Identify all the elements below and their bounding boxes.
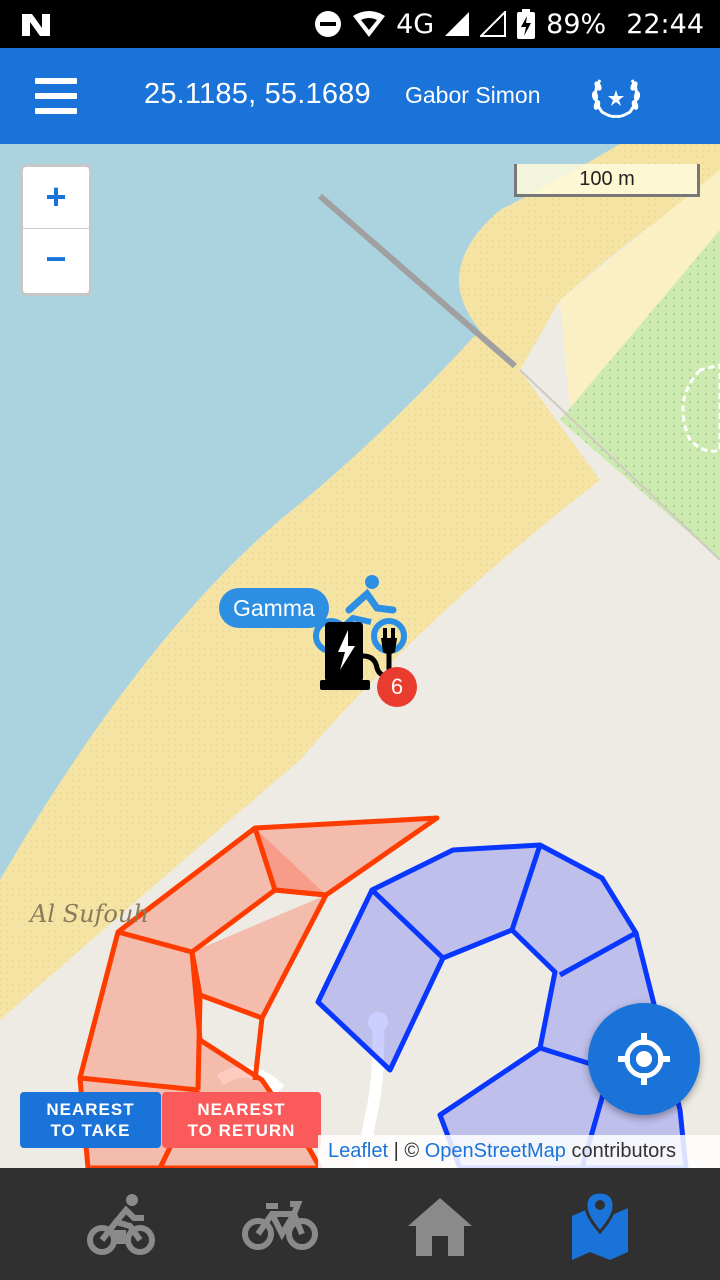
zoom-out-button[interactable]: − xyxy=(23,229,89,290)
nearest-to-return-button[interactable]: NEAREST TO RETURN xyxy=(162,1092,321,1148)
attribution-suffix: contributors xyxy=(571,1140,676,1162)
nearest-take-line2: TO TAKE xyxy=(50,1121,131,1140)
laurel-star-icon[interactable] xyxy=(586,70,646,122)
attribution-separator: | © xyxy=(393,1140,420,1162)
map-attribution: Leaflet | © OpenStreetMap contributors xyxy=(318,1135,720,1168)
nearest-return-line2: TO RETURN xyxy=(187,1121,296,1140)
signal-2-icon xyxy=(480,11,507,37)
openstreetmap-link[interactable]: OpenStreetMap xyxy=(425,1140,566,1162)
user-name[interactable]: Gabor Simon xyxy=(405,82,541,109)
home-icon[interactable] xyxy=(400,1190,480,1260)
app-bar: 25.1185, 55.1689 Gabor Simon xyxy=(0,48,720,144)
map-marker-icon[interactable] xyxy=(560,1190,640,1260)
zoom-control: + − xyxy=(20,164,92,296)
leaflet-link[interactable]: Leaflet xyxy=(328,1140,388,1162)
current-coordinates: 25.1185, 55.1689 xyxy=(144,78,371,110)
bicycle-icon[interactable] xyxy=(240,1190,320,1260)
nearest-return-line1: NEAREST xyxy=(197,1100,286,1119)
place-label: Al Sufouh xyxy=(30,900,149,928)
wifi-icon xyxy=(352,10,386,38)
station-bike-count: 6 xyxy=(377,667,417,707)
hamburger-menu-icon[interactable] xyxy=(30,74,82,118)
do-not-disturb-icon xyxy=(314,10,342,38)
nearest-take-line1: NEAREST xyxy=(46,1100,135,1119)
zoom-in-button[interactable]: + xyxy=(23,167,89,229)
status-bar: 4G 89% 22:44 xyxy=(0,0,720,48)
clock: 22:44 xyxy=(626,8,704,40)
map-scale: 100 m xyxy=(514,164,700,197)
signal-icon xyxy=(444,11,470,37)
network-type: 4G xyxy=(396,8,435,40)
battery-charging-icon xyxy=(516,9,536,39)
crosshair-icon xyxy=(618,1033,670,1085)
bottom-navigation xyxy=(0,1168,720,1280)
battery-percent: 89% xyxy=(546,8,607,40)
ebike-icon[interactable] xyxy=(82,1190,162,1260)
notification-n-icon xyxy=(22,14,50,36)
locate-me-button[interactable] xyxy=(588,1003,700,1115)
nearest-to-take-button[interactable]: NEAREST TO TAKE xyxy=(20,1092,161,1148)
